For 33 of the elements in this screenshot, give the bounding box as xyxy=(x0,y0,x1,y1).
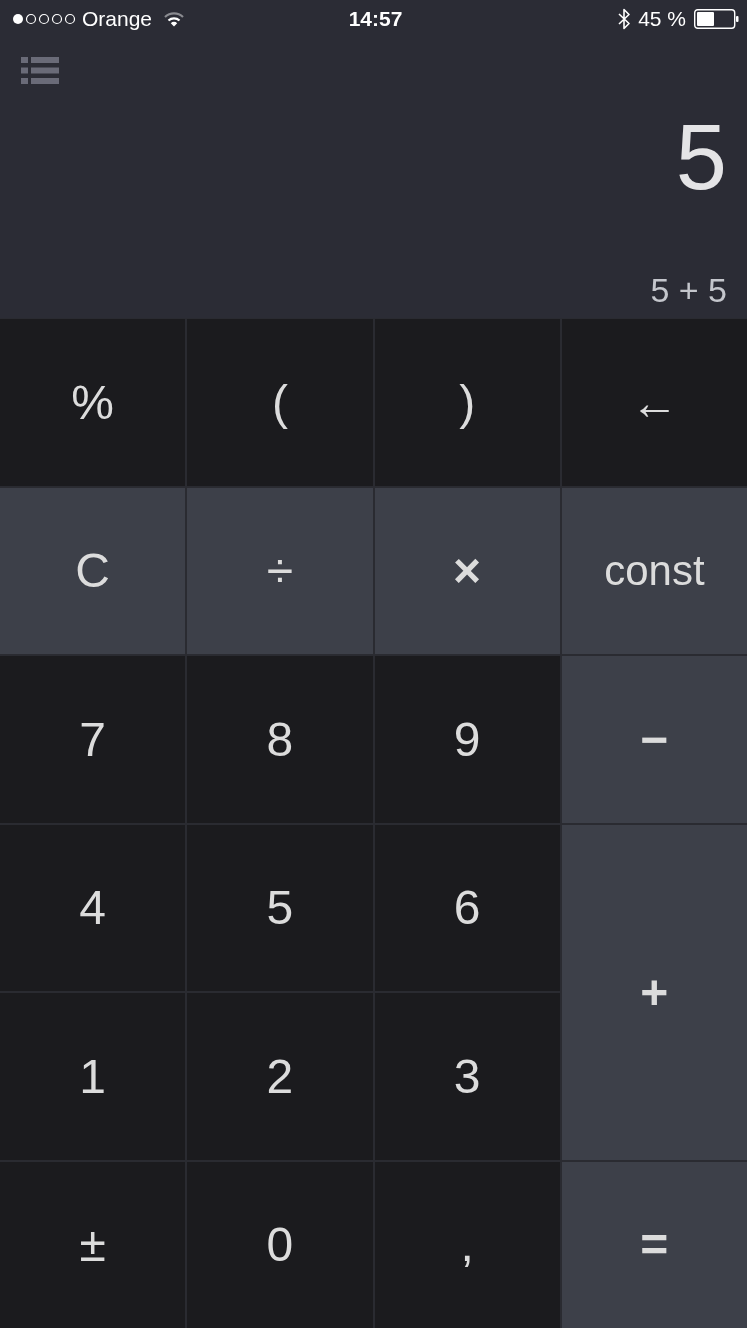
calculator-key[interactable]: + xyxy=(561,824,747,1160)
calculator-key[interactable]: 6 xyxy=(374,824,560,991)
calculator-key[interactable]: 9 xyxy=(374,656,560,823)
list-menu-icon[interactable] xyxy=(21,57,59,85)
calculator-key[interactable]: C xyxy=(0,487,186,654)
carrier-name: Orange xyxy=(82,7,153,31)
signal-strength-icon xyxy=(12,13,76,25)
calculator-key[interactable]: ) xyxy=(374,319,560,486)
calculator-key[interactable]: 3 xyxy=(374,993,560,1160)
result-display: 5 xyxy=(675,111,728,203)
calculator-key[interactable]: 8 xyxy=(187,656,373,823)
calculator-key[interactable]: ± xyxy=(0,1161,186,1328)
calculator-key[interactable]: 1 xyxy=(0,993,186,1160)
calculator-key[interactable]: 2 xyxy=(187,993,373,1160)
wifi-icon xyxy=(164,11,185,27)
calculator-key[interactable]: , xyxy=(374,1161,560,1328)
expression-text: 5 + 5 xyxy=(650,271,728,310)
clock-time: 14:57 xyxy=(348,7,403,31)
bluetooth-icon xyxy=(618,8,631,30)
calculator-key[interactable]: % xyxy=(0,319,186,486)
calculator-key[interactable]: const xyxy=(561,487,747,654)
calculator-key[interactable]: 0 xyxy=(187,1161,373,1328)
calculator-key[interactable]: 5 xyxy=(187,824,373,991)
calculator-key[interactable]: 4 xyxy=(0,824,186,991)
calculator-key[interactable]: ( xyxy=(187,319,373,486)
battery-icon xyxy=(694,9,739,29)
calculator-key[interactable]: 7 xyxy=(0,656,186,823)
calculator-key[interactable]: = xyxy=(561,1161,747,1328)
battery-percentage: 45 % xyxy=(638,7,686,31)
calculator-key[interactable]: − xyxy=(561,656,747,823)
calculator-key[interactable]: × xyxy=(374,487,560,654)
calculator-key[interactable]: ← xyxy=(561,319,747,486)
calculator-key[interactable]: ÷ xyxy=(187,487,373,654)
